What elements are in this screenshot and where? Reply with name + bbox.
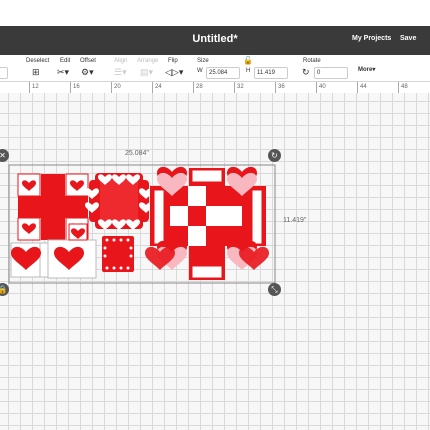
lid-piece[interactable] <box>85 173 153 230</box>
small-box-piece[interactable] <box>102 236 134 272</box>
rotate-handle-icon[interactable]: ↻ <box>268 149 281 162</box>
selection-width-label: 25.084" <box>125 150 149 157</box>
explosion-box-piece[interactable] <box>145 166 269 280</box>
selection-height-label: 11.419" <box>283 217 307 224</box>
selected-design[interactable] <box>0 0 430 430</box>
scale-icon[interactable]: ⤡ <box>268 283 281 296</box>
